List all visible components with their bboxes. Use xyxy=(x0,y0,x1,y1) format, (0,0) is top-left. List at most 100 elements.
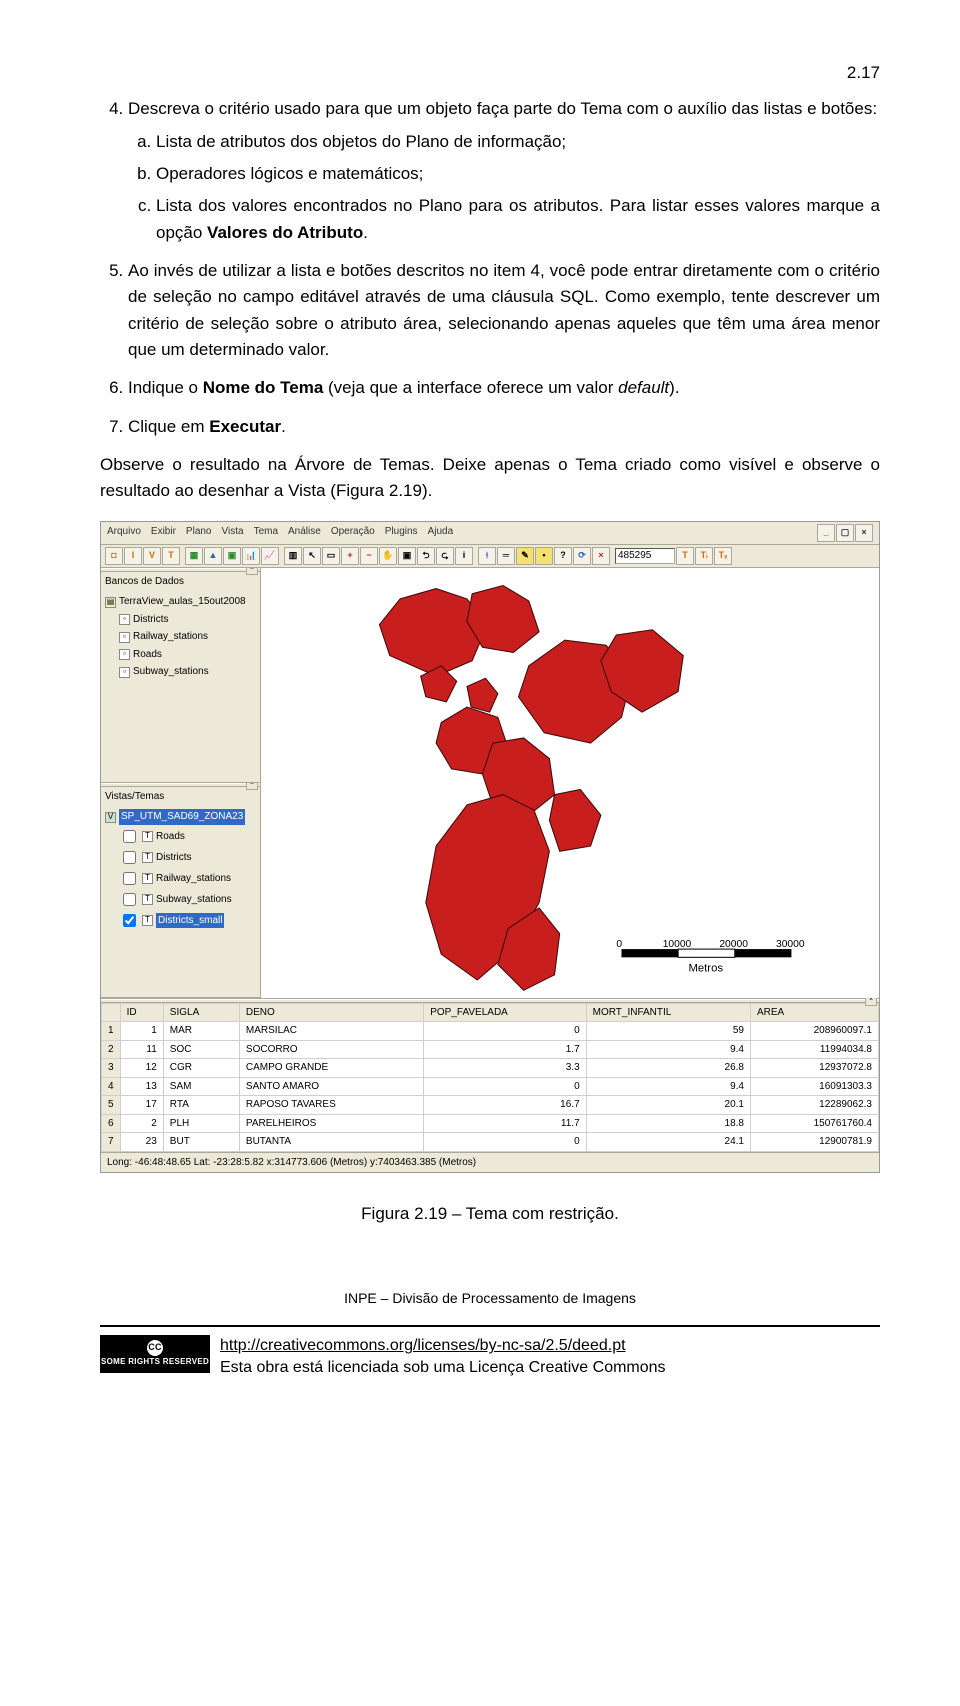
table-cell[interactable]: CGR xyxy=(163,1059,239,1078)
table-row[interactable]: 312CGRCAMPO GRANDE3.326.812937072.8 xyxy=(102,1059,879,1078)
table-cell[interactable]: 20.1 xyxy=(586,1096,750,1115)
table-cell[interactable]: 12 xyxy=(120,1059,163,1078)
panel-close-icon-2[interactable]: × xyxy=(246,783,258,790)
table-cell[interactable]: PLH xyxy=(163,1114,239,1133)
table-cell[interactable]: 26.8 xyxy=(586,1059,750,1078)
col-blank[interactable] xyxy=(102,1003,121,1022)
attribute-grid[interactable]: × ID SIGLA DENO POP_FAVELADA MORT_INFANT… xyxy=(101,998,879,1152)
zoom-out-icon[interactable]: − xyxy=(360,547,378,565)
theme-districts-small[interactable]: Districts_small xyxy=(156,913,224,929)
table-row[interactable]: 11MARMARSILAC059208960097.1 xyxy=(102,1022,879,1041)
menu-plugins[interactable]: Plugins xyxy=(385,524,418,542)
table-cell[interactable]: 2 xyxy=(102,1040,121,1059)
window-max-icon[interactable]: ▢ xyxy=(836,524,854,542)
pointer-icon[interactable]: ▲ xyxy=(204,547,222,565)
edit-point-icon[interactable]: • xyxy=(535,547,553,565)
table-cell[interactable]: 1 xyxy=(120,1022,163,1041)
chart-icon[interactable]: 📊 xyxy=(242,547,260,565)
measure-icon[interactable]: ⟊ xyxy=(478,547,496,565)
layer-railway[interactable]: Railway_stations xyxy=(133,629,208,645)
table-cell[interactable]: 11994034.8 xyxy=(751,1040,879,1059)
views-tree[interactable]: VSP_UTM_SAD69_ZONA23 TRoads TDistricts T… xyxy=(101,806,260,933)
theme-check-subway[interactable] xyxy=(123,893,136,906)
table-row[interactable]: 723BUTBUTANTA024.112900781.9 xyxy=(102,1133,879,1152)
theme-check-roads[interactable] xyxy=(123,830,136,843)
table-cell[interactable]: 6 xyxy=(102,1114,121,1133)
table-cell[interactable]: 7 xyxy=(102,1133,121,1152)
table-cell[interactable]: SANTO AMARO xyxy=(239,1077,423,1096)
text-icon-3[interactable]: Tₓ xyxy=(714,547,732,565)
full-extent-icon[interactable]: ▣ xyxy=(398,547,416,565)
prev-extent-icon[interactable]: ⮌ xyxy=(417,547,435,565)
table-cell[interactable]: 4 xyxy=(102,1077,121,1096)
scale-input[interactable] xyxy=(615,548,675,564)
table-cell[interactable]: 11 xyxy=(120,1040,163,1059)
menu-vista[interactable]: Vista xyxy=(222,524,244,542)
table-cell[interactable]: 12900781.9 xyxy=(751,1133,879,1152)
table-cell[interactable]: MAR xyxy=(163,1022,239,1041)
table-row[interactable]: 211SOCSOCORRO1.79.411994034.8 xyxy=(102,1040,879,1059)
theme-check-districts-small[interactable] xyxy=(123,914,136,927)
grid-table[interactable]: ID SIGLA DENO POP_FAVELADA MORT_INFANTIL… xyxy=(101,1003,879,1152)
theme-icon[interactable]: T xyxy=(162,547,180,565)
table-cell[interactable]: SOC xyxy=(163,1040,239,1059)
theme-districts[interactable]: Districts xyxy=(156,850,192,866)
table-cell[interactable]: 2 xyxy=(120,1114,163,1133)
table-cell[interactable]: 0 xyxy=(424,1077,586,1096)
table-cell[interactable]: 0 xyxy=(424,1133,586,1152)
theme-check-railway[interactable] xyxy=(123,872,136,885)
zoom-area-icon[interactable]: ▭ xyxy=(322,547,340,565)
license-url[interactable]: http://creativecommons.org/licenses/by-n… xyxy=(220,1337,626,1354)
layer-districts[interactable]: Districts xyxy=(133,612,169,628)
table-cell[interactable]: 23 xyxy=(120,1133,163,1152)
menu-operacao[interactable]: Operação xyxy=(331,524,375,542)
table-cell[interactable]: BUTANTA xyxy=(239,1133,423,1152)
graph-icon[interactable]: 📈 xyxy=(261,547,279,565)
table-row[interactable]: 413SAMSANTO AMARO09.416091303.3 xyxy=(102,1077,879,1096)
view-name[interactable]: SP_UTM_SAD69_ZONA23 xyxy=(119,809,245,825)
menu-arquivo[interactable]: Arquivo xyxy=(107,524,141,542)
table-cell[interactable]: 1.7 xyxy=(424,1040,586,1059)
pan-icon[interactable]: ✋ xyxy=(379,547,397,565)
ruler-icon[interactable]: ═ xyxy=(497,547,515,565)
table-cell[interactable]: 11.7 xyxy=(424,1114,586,1133)
theme-subway[interactable]: Subway_stations xyxy=(156,892,232,908)
table-cell[interactable]: 16091303.3 xyxy=(751,1077,879,1096)
cursor-icon[interactable]: ↖ xyxy=(303,547,321,565)
table-cell[interactable]: 3 xyxy=(102,1059,121,1078)
clear-icon[interactable]: × xyxy=(592,547,610,565)
table-cell[interactable]: BUT xyxy=(163,1133,239,1152)
theme-roads[interactable]: Roads xyxy=(156,829,185,845)
theme-railway[interactable]: Railway_stations xyxy=(156,871,231,887)
menu-exibir[interactable]: Exibir xyxy=(151,524,176,542)
layer-subway[interactable]: Subway_stations xyxy=(133,664,209,680)
table-cell[interactable]: PARELHEIROS xyxy=(239,1114,423,1133)
table-cell[interactable]: SOCORRO xyxy=(239,1040,423,1059)
table-cell[interactable]: 12289062.3 xyxy=(751,1096,879,1115)
table-row[interactable]: 62PLHPARELHEIROS11.718.8150761760.4 xyxy=(102,1114,879,1133)
theme-check-districts[interactable] xyxy=(123,851,136,864)
table-cell[interactable]: 18.8 xyxy=(586,1114,750,1133)
table-cell[interactable]: 16.7 xyxy=(424,1096,586,1115)
window-close-icon[interactable]: × xyxy=(855,524,873,542)
table-cell[interactable]: 9.4 xyxy=(586,1077,750,1096)
edit-line-icon[interactable]: ✎ xyxy=(516,547,534,565)
table-cell[interactable]: RAPOSO TAVARES xyxy=(239,1096,423,1115)
db-tree[interactable]: ▤TerraView_aulas_15out2008 ▫Districts ▫R… xyxy=(101,591,260,683)
table-cell[interactable]: 13 xyxy=(120,1077,163,1096)
window-min-icon[interactable]: _ xyxy=(817,524,835,542)
menu-tema[interactable]: Tema xyxy=(254,524,278,542)
db-icon[interactable]: ◘ xyxy=(105,547,123,565)
db-root[interactable]: TerraView_aulas_15out2008 xyxy=(119,594,246,610)
menubar[interactable]: Arquivo Exibir Plano Vista Tema Análise … xyxy=(101,522,879,545)
table-cell[interactable]: 5 xyxy=(102,1096,121,1115)
menu-plano[interactable]: Plano xyxy=(186,524,212,542)
table-cell[interactable]: 0 xyxy=(424,1022,586,1041)
table-cell[interactable]: 1 xyxy=(102,1022,121,1041)
table-cell[interactable]: 9.4 xyxy=(586,1040,750,1059)
table-cell[interactable]: 150761760.4 xyxy=(751,1114,879,1133)
col-sigla[interactable]: SIGLA xyxy=(163,1003,239,1022)
info-icon[interactable]: i xyxy=(455,547,473,565)
table-cell[interactable]: 3.3 xyxy=(424,1059,586,1078)
table-cell[interactable]: 12937072.8 xyxy=(751,1059,879,1078)
